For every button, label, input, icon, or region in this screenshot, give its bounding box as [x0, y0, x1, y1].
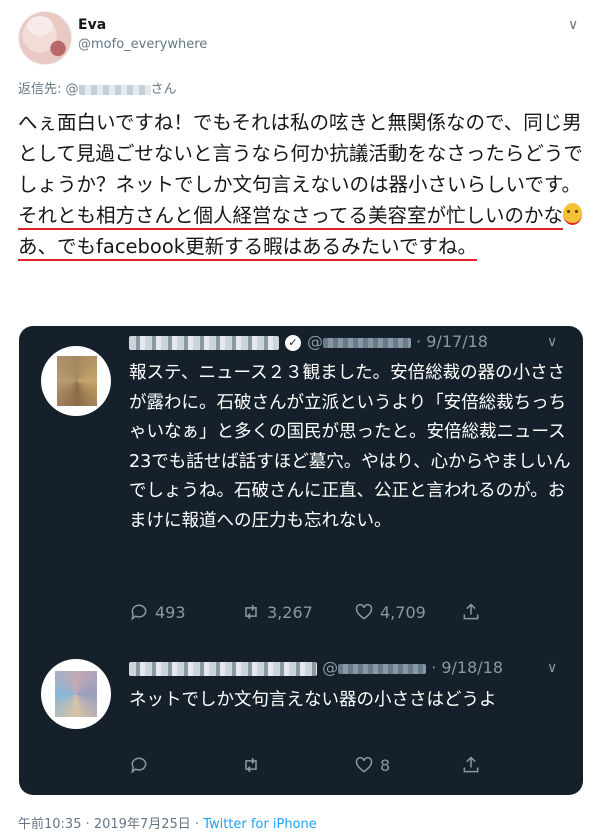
verified-icon: ✓	[285, 334, 301, 351]
tweet-text: ネットでしか文句言えない器の小ささはどうよ	[129, 690, 497, 710]
like-button[interactable]: 8	[354, 755, 390, 775]
action-bar: 8	[129, 755, 569, 779]
reply-button[interactable]: 493	[129, 602, 186, 622]
share-button[interactable]	[461, 602, 481, 622]
blurred-handle	[338, 663, 427, 674]
reply-icon	[131, 757, 147, 774]
retweet-button[interactable]: 3,267	[241, 602, 313, 622]
action-bar: 493 3,267 4,709	[129, 602, 569, 626]
heart-icon	[355, 756, 373, 773]
handle-prefix: @	[307, 332, 323, 351]
heart-icon	[355, 603, 373, 620]
tweet-footer: 午前10:35 · 2019年7月25日 · Twitter for iPhon…	[18, 813, 317, 832]
author-handle[interactable]: @mofo_everywhere	[78, 37, 207, 52]
like-button[interactable]: 4,709	[354, 602, 426, 622]
tweet-date: · 9/18/18	[431, 658, 504, 677]
chevron-down-icon[interactable]: ∨	[568, 17, 578, 33]
blurred-handle	[323, 337, 411, 348]
blurred-name	[129, 335, 279, 350]
tweet-text: へぇ面白いですね！でもそれは私の呟きと無関係なので、同じ男として見過ごせないと言…	[18, 111, 583, 196]
share-button[interactable]	[461, 755, 481, 775]
share-icon	[463, 756, 479, 773]
blurred-handle[interactable]	[78, 84, 151, 95]
retweet-button[interactable]	[241, 755, 267, 775]
retweet-icon	[245, 604, 257, 620]
tweet-body: へぇ面白いですね！でもそれは私の呟きと無関係なので、同じ男として見過ごせないと言…	[18, 107, 588, 262]
retweet-count: 3,267	[267, 602, 313, 622]
chevron-down-icon[interactable]: ∨	[547, 660, 557, 676]
blurred-name	[129, 661, 317, 676]
avatar[interactable]	[18, 11, 72, 65]
tweet-header: ✓ @ · 9/17/18	[129, 332, 488, 351]
source-link[interactable]: Twitter for iPhone	[203, 817, 317, 832]
underlined-text-2: あ、でもfacebook更新する暇はあるみたいですね。	[18, 235, 477, 261]
reply-to-prefix: 返信先: @	[18, 82, 79, 97]
underlined-text: それとも相方さんと個人経営なさってる美容室が忙しいのかな	[18, 204, 564, 230]
reply-count: 493	[155, 602, 186, 622]
retweet-icon	[245, 757, 257, 773]
tweet-text: 報ステ、ニュース２３観ました。安倍総裁の器の小ささが露わに。石破さんが立派という…	[129, 363, 571, 531]
quoted-screenshot: ✓ @ · 9/17/18 ∨ 報ステ、ニュース２３観ました。安倍総裁の器の小ささ…	[19, 326, 583, 795]
timestamp[interactable]: 午前10:35 · 2019年7月25日 ·	[18, 817, 203, 832]
like-count: 4,709	[380, 602, 426, 622]
handle-prefix: @	[322, 658, 339, 677]
reply-to-suffix: さん	[150, 82, 177, 97]
avatar	[41, 346, 111, 416]
author-name[interactable]: Eva	[78, 17, 106, 33]
reply-button[interactable]	[129, 755, 155, 775]
thinking-face-icon	[563, 203, 583, 225]
tweet-header: @ · 9/18/18	[129, 658, 503, 677]
reply-to: 返信先: @ さん	[18, 78, 177, 97]
share-icon	[463, 603, 479, 620]
tweet-date: · 9/17/18	[416, 332, 488, 351]
chevron-down-icon[interactable]: ∨	[547, 334, 557, 350]
like-count: 8	[380, 755, 391, 775]
reply-icon	[131, 604, 147, 621]
avatar	[41, 659, 111, 729]
